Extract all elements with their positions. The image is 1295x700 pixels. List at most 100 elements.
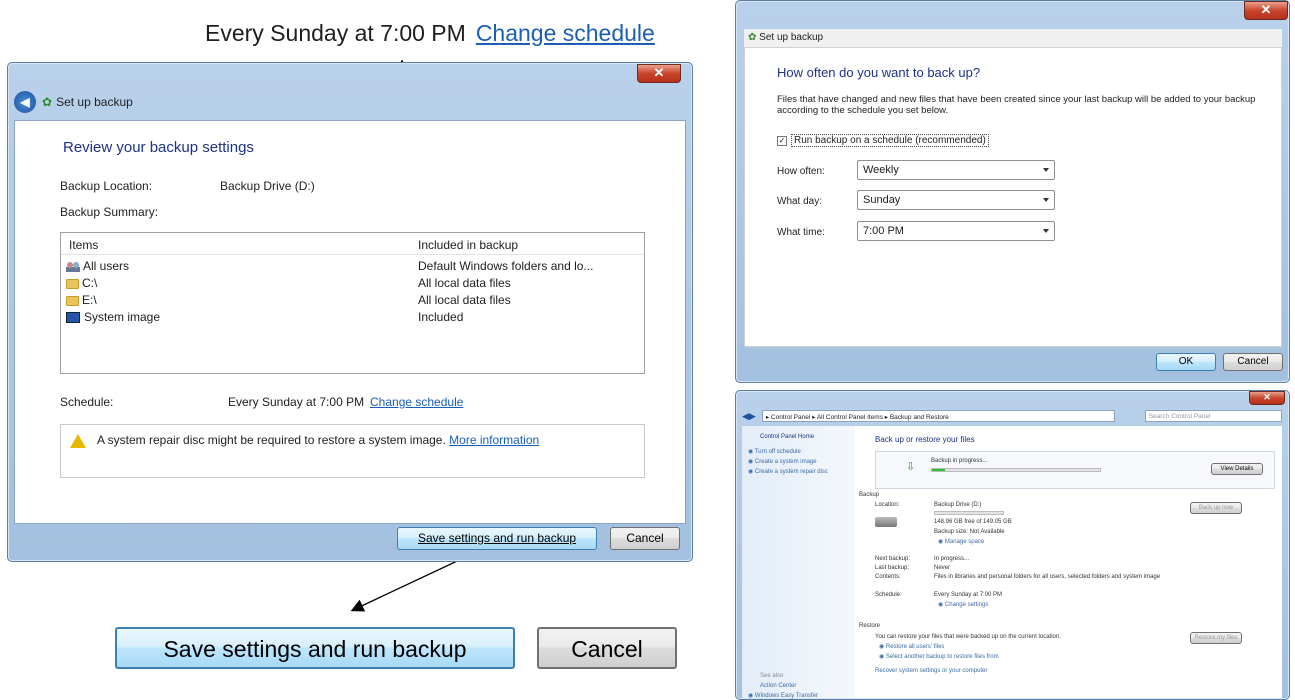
dialog-title: Set up backup [759,32,824,43]
folder-icon [66,278,79,289]
location-label: Location: [875,502,900,508]
schedule-checkbox-label: Run backup on a schedule (recommended) [791,134,989,147]
next-backup-value: In progress... [934,556,970,562]
schedule-value: Every Sunday at 7:00 PM [228,395,365,409]
how-often-select[interactable]: Weekly [857,160,1055,180]
save-and-run-callout-button[interactable]: Save settings and run backup [115,627,515,669]
restore-text: You can restore your files that were bac… [875,634,1061,640]
close-button[interactable]: ✕ [1244,1,1288,20]
disk-usage-bar [934,511,1004,515]
cancel-button[interactable]: Cancel [610,527,680,550]
next-backup-label: Next backup: [875,556,911,562]
free-space: 148.96 GB free of 149.05 GB [934,519,1012,525]
users-icon [66,261,80,273]
close-button[interactable]: ✕ [1249,391,1285,405]
dialog-content: How often do you want to back up? Files … [744,47,1282,347]
list-item: C:\ [66,276,97,290]
chevron-down-icon [1043,229,1049,233]
location-label: Backup Location: [60,179,153,193]
backup-icon: ✿ [748,32,757,43]
back-up-now-button[interactable]: Back up now [1190,502,1242,514]
back-forward-icon[interactable]: ◀▶ [742,411,756,422]
restore-my-files-button[interactable]: Restore my files [1190,632,1242,644]
list-item-included: Included [418,310,464,324]
progress-panel: ⇩ Backup in progress... View Details [875,451,1275,489]
change-schedule-link[interactable]: Change schedule [370,395,463,409]
last-backup-value: Never [934,565,951,571]
warning-box: A system repair disc might be required t… [60,424,645,478]
see-also-label: See also [760,673,784,679]
view-details-button[interactable]: View Details [1211,463,1263,475]
restore-section-title: Restore [859,623,881,629]
manage-space-link[interactable]: ◉ Manage space [938,538,984,545]
search-input[interactable]: Search Control Panel [1144,410,1282,422]
summary-list[interactable]: Items Included in backup All users Defau… [60,232,645,374]
nav-bar: ◀ ✿ Set up backup [14,90,686,114]
drive-icon [875,517,897,527]
last-backup-label: Last backup: [875,565,910,571]
back-arrow-icon[interactable]: ◀ [14,91,36,113]
arrow-to-bottom-callout [350,554,471,612]
progress-bar [931,468,1101,472]
col-items-header: Items [69,238,99,252]
schedule-value: Every Sunday at 7:00 PM [934,592,1003,598]
sidebar-item-repair-disc[interactable]: ◉ Create a system repair disc [748,468,828,475]
what-time-label: What time: [777,227,825,238]
change-settings-link[interactable]: ◉ Change settings [938,601,988,608]
backup-icon: ⇩ [906,461,916,473]
restore-all-users-link[interactable]: ◉ Restore all users' files [879,643,944,650]
sidebar-item-easy-transfer[interactable]: ◉ Windows Easy Transfer [748,692,818,699]
ok-button[interactable]: OK [1156,353,1216,371]
cp-heading: Back up or restore your files [875,435,975,444]
sidebar-item-turn-off-schedule[interactable]: ◉ Turn off schedule [748,448,801,455]
contents-label: Contents: [875,574,901,580]
summary-label: Backup Summary: [60,205,159,219]
contents-value: Files in libraries and personal folders … [934,574,1161,580]
what-time-select[interactable]: 7:00 PM [857,221,1055,241]
recover-system-link[interactable]: Recover system settings or your computer [875,668,987,674]
system-image-icon [66,312,80,324]
dialog-titlebar: ✿ Set up backup [744,29,1282,47]
setup-backup-window: ✕ ◀ ✿ Set up backup Review your backup s… [7,62,693,562]
list-item: All users [66,259,129,273]
close-button[interactable]: ✕ [637,64,681,83]
select-another-backup-link[interactable]: ◉ Select another backup to restore files… [879,653,999,660]
schedule-label: Schedule: [60,395,114,409]
nav-title: Set up backup [56,95,133,109]
list-item: System image [66,310,160,324]
schedule-checkbox[interactable]: ✓ [777,135,787,146]
save-and-run-button[interactable]: Save settings and run backup [397,527,597,550]
page-title: Review your backup settings [63,139,254,156]
warning-icon [70,434,86,448]
schedule-label: Schedule: [875,592,902,598]
schedule-checkbox-row[interactable]: ✓ Run backup on a schedule (recommended) [777,134,989,147]
backup-size: Backup size: Not Available [934,529,1005,535]
sidebar-item-action-center[interactable]: Action Center [760,683,796,689]
list-item-included: All local data files [418,276,511,290]
cp-content: Back up or restore your files ⇩ Backup i… [855,426,1282,698]
main-content: Review your backup settings Backup Locat… [14,120,686,524]
breadcrumb[interactable]: ▸ Control Panel ▸ All Control Panel Item… [761,410,1115,422]
what-day-label: What day: [777,196,823,207]
cancel-button[interactable]: Cancel [1223,353,1283,371]
what-day-select[interactable]: Sunday [857,190,1055,210]
more-information-link[interactable]: More information [449,433,539,447]
list-item: E:\ [66,293,97,307]
progress-label: Backup in progress... [931,458,988,464]
cancel-callout-button[interactable]: Cancel [537,627,677,669]
address-bar: ◀▶ ▸ Control Panel ▸ All Control Panel I… [742,408,1282,424]
list-item-included: All local data files [418,293,511,307]
col-included-header: Included in backup [418,238,519,252]
sidebar-item-home[interactable]: Control Panel Home [760,434,814,440]
backup-section-title: Backup [859,492,880,498]
sidebar-item-create-image[interactable]: ◉ Create a system image [748,458,817,465]
location-value: Backup Drive (D:) [220,179,315,193]
warning-text: A system repair disc might be required t… [97,433,540,447]
list-item-included: Default Windows folders and lo... [418,259,594,273]
location-value: Backup Drive (D:) [934,502,982,508]
sidebar: Control Panel Home ◉ Turn off schedule ◉… [742,426,855,699]
dialog-description: Files that have changed and new files th… [777,94,1256,116]
folder-icon [66,295,79,306]
chevron-down-icon [1043,198,1049,202]
control-panel-window: ✕ ◀▶ ▸ Control Panel ▸ All Control Panel… [735,390,1290,700]
